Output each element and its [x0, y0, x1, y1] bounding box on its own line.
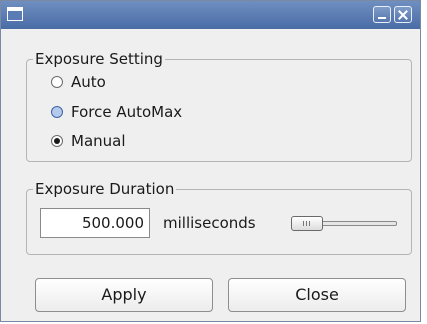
exposure-setting-group: Exposure Setting Auto Force AutoMax Manu…	[26, 50, 412, 162]
slider-grip-icon	[306, 221, 307, 226]
exposure-setting-title: Exposure Setting	[33, 50, 165, 68]
exposure-duration-input[interactable]: 500.000	[40, 208, 150, 238]
title-bar[interactable]	[1, 1, 420, 29]
slider-grip-icon	[303, 221, 304, 226]
unit-label: milliseconds	[163, 214, 256, 232]
radio-auto-icon[interactable]	[51, 76, 63, 88]
radio-manual-label: Manual	[71, 132, 126, 150]
minimize-icon[interactable]	[373, 6, 391, 23]
slider-grip-icon	[309, 221, 310, 226]
close-icon[interactable]	[394, 6, 412, 23]
close-button[interactable]: Close	[228, 278, 406, 312]
radio-force-automax-label: Force AutoMax	[71, 103, 183, 121]
exposure-dialog: Exposure Setting Auto Force AutoMax Manu…	[0, 0, 421, 322]
apply-button[interactable]: Apply	[35, 278, 213, 312]
radio-force-automax-icon[interactable]	[51, 106, 63, 118]
radio-auto-label: Auto	[71, 73, 106, 91]
exposure-slider-handle[interactable]	[291, 216, 323, 231]
radio-manual-icon[interactable]	[51, 135, 63, 147]
window-menu-icon[interactable]	[7, 7, 23, 21]
exposure-duration-title: Exposure Duration	[33, 180, 177, 198]
